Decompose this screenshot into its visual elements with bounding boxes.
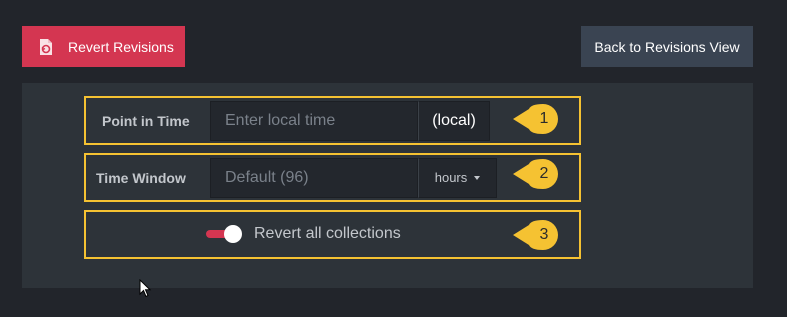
time-window-row: Time Window Default (96) hours <box>84 153 581 202</box>
back-to-revisions-button[interactable]: Back to Revisions View <box>581 26 753 67</box>
revert-revisions-label: Revert Revisions <box>68 38 174 55</box>
time-window-label: Time Window <box>96 169 186 186</box>
point-in-time-row: Point in Time Enter local time (local) <box>84 96 581 145</box>
callout-3: 3 <box>513 220 559 250</box>
revert-revisions-button[interactable]: Revert Revisions <box>22 26 185 67</box>
mouse-pointer-icon <box>139 278 153 304</box>
point-in-time-input[interactable]: Enter local time <box>210 100 418 141</box>
callout-number: 3 <box>539 226 549 243</box>
callout-1: 1 <box>513 104 559 134</box>
revert-all-toggle-group: Revert all collections <box>206 222 401 246</box>
revert-all-label: Revert all collections <box>254 225 401 242</box>
point-in-time-label: Point in Time <box>102 112 190 129</box>
callout-number: 2 <box>539 165 549 182</box>
page: Revert Revisions Back to Revisions View … <box>0 0 787 317</box>
local-time-addon: (local) <box>418 100 490 141</box>
caret-down-icon <box>474 175 481 180</box>
revert-all-toggle[interactable] <box>206 222 242 246</box>
time-window-input[interactable]: Default (96) <box>210 157 418 198</box>
callout-2: 2 <box>513 159 559 189</box>
callout-number: 1 <box>539 110 549 127</box>
time-unit-dropdown[interactable]: hours <box>418 157 497 198</box>
revert-all-row: Revert all collections <box>84 210 581 259</box>
time-unit-value: hours <box>434 170 468 185</box>
toggle-knob <box>224 225 242 243</box>
file-revert-icon <box>38 38 54 56</box>
